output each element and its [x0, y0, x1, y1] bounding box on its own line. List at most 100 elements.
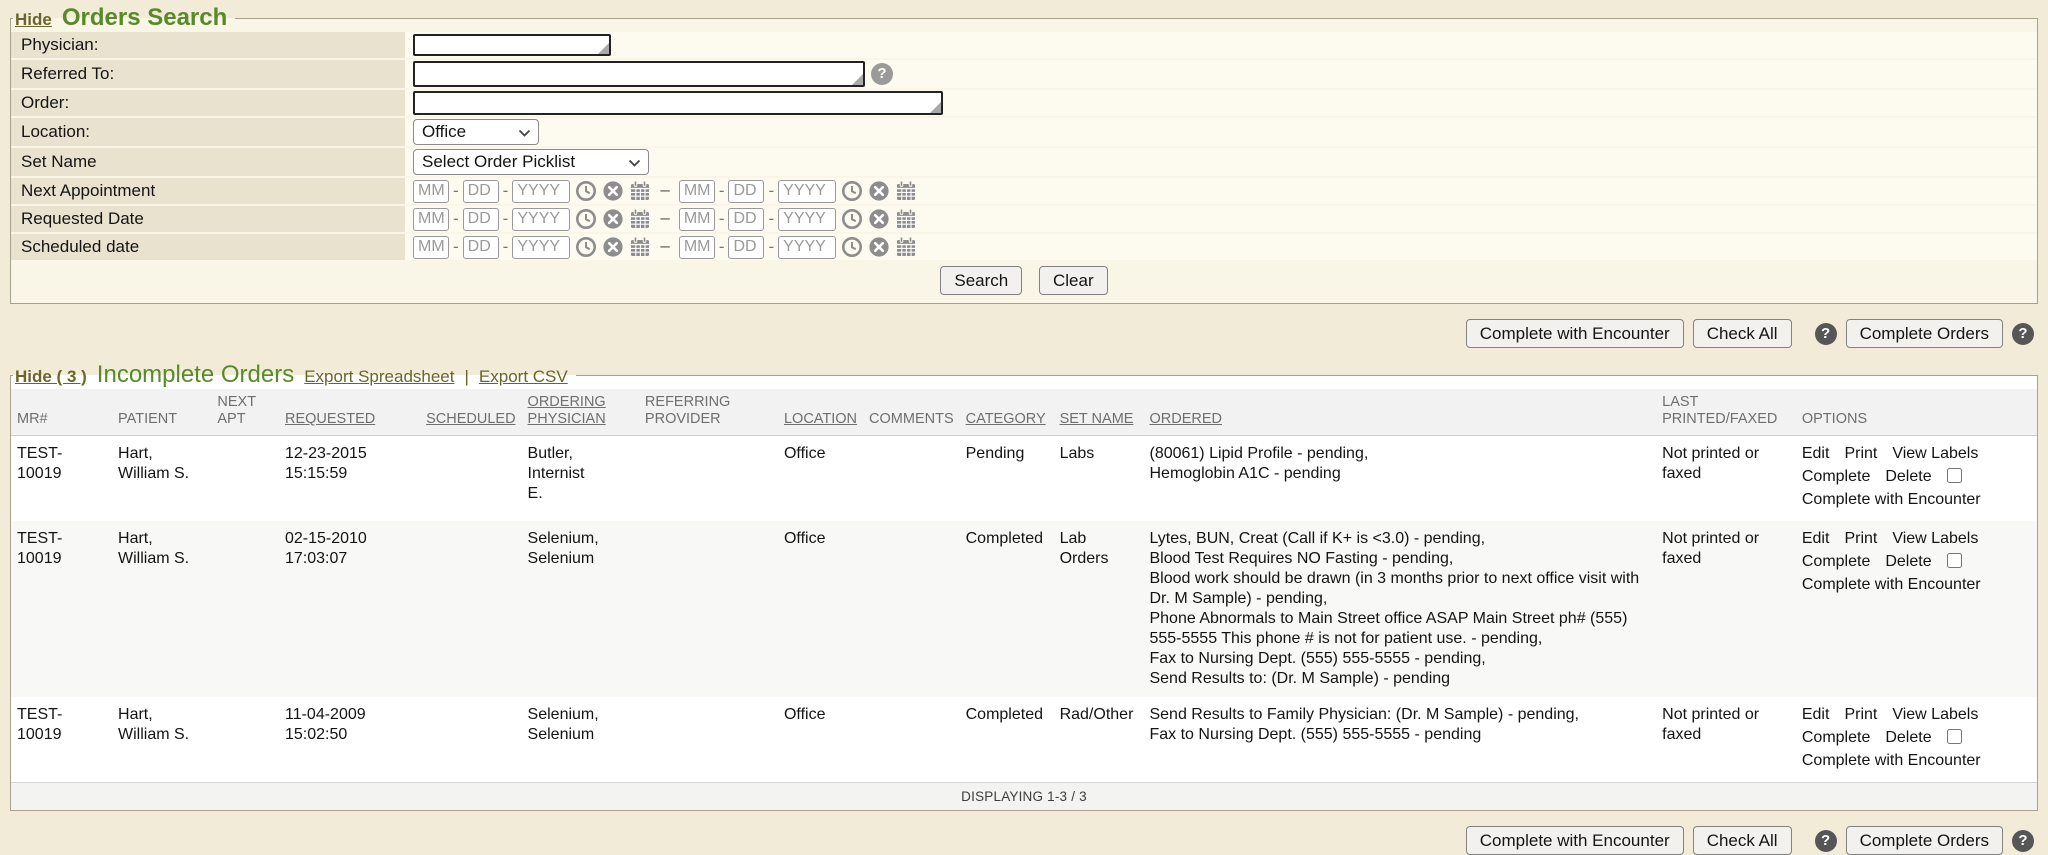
scheduled_date-start-calendar-icon[interactable]	[629, 236, 651, 258]
scheduled_date-end-day-input[interactable]	[728, 236, 764, 259]
scheduled_date-end-calendar-icon[interactable]	[895, 236, 917, 258]
order-select-checkbox[interactable]	[1947, 553, 1962, 568]
hide-orders-link[interactable]: Hide ( 3 )	[15, 367, 87, 387]
requested_date-start-calendar-icon[interactable]	[629, 208, 651, 230]
help-icon[interactable]: ?	[871, 63, 893, 85]
scheduled_date-end-year-input[interactable]	[778, 236, 836, 259]
cell-category: Pending	[960, 436, 1054, 522]
option-link-print[interactable]: Print	[1844, 530, 1877, 547]
help-icon[interactable]: ?	[2012, 323, 2034, 345]
referred_to-input[interactable]	[413, 61, 865, 87]
cell-next_apt	[211, 697, 279, 783]
requested_date-end-clear-icon[interactable]	[868, 208, 890, 230]
export-csv-link[interactable]: Export CSV	[479, 367, 568, 387]
col-header-ordering_physician[interactable]: ORDERING PHYSICIAN	[522, 389, 639, 436]
incomplete-orders-table: MR#PATIENTNEXT APTREQUESTEDSCHEDULEDORDE…	[11, 389, 2037, 810]
scheduled_date-start-year-input[interactable]	[512, 236, 570, 259]
hide-search-link[interactable]: Hide	[15, 10, 52, 30]
option-link-view-labels[interactable]: View Labels	[1892, 445, 1978, 462]
scheduled_date-start-time-icon[interactable]	[575, 236, 597, 258]
col-header-ordered[interactable]: ORDERED	[1143, 389, 1656, 436]
location-select[interactable]: Office	[413, 119, 539, 145]
orders-table-footer-row: DISPLAYING 1-3 / 3	[11, 783, 2037, 811]
next_appointment-start-calendar-icon[interactable]	[629, 180, 651, 202]
option-link-view-labels[interactable]: View Labels	[1892, 706, 1978, 723]
field-label-set_name: Set Name	[11, 148, 405, 176]
next_appointment-end-year-input[interactable]	[778, 180, 836, 203]
next_appointment-start-month-input[interactable]	[413, 180, 449, 203]
requested_date-start-month-input[interactable]	[413, 208, 449, 231]
complete-with-encounter-button[interactable]: Complete with Encounter	[1466, 319, 1684, 348]
next_appointment-end-calendar-icon[interactable]	[895, 180, 917, 202]
order-select-checkbox[interactable]	[1947, 729, 1962, 744]
option-link-view-labels[interactable]: View Labels	[1892, 530, 1978, 547]
next_appointment-start-day-input[interactable]	[463, 180, 499, 203]
col-header-category[interactable]: CATEGORY	[960, 389, 1054, 436]
option-link-complete-with-encounter[interactable]: Complete with Encounter	[1802, 576, 1981, 593]
scheduled_date-end-clear-icon[interactable]	[868, 236, 890, 258]
option-link-delete[interactable]: Delete	[1885, 553, 1931, 570]
scheduled_date-end-month-input[interactable]	[679, 236, 715, 259]
physician-input[interactable]	[413, 34, 611, 56]
col-header-scheduled[interactable]: SCHEDULED	[420, 389, 521, 436]
option-link-edit[interactable]: Edit	[1802, 706, 1830, 723]
search-button[interactable]: Search	[940, 266, 1022, 295]
option-link-print[interactable]: Print	[1844, 445, 1877, 462]
option-link-complete-with-encounter[interactable]: Complete with Encounter	[1802, 752, 1981, 769]
cell-category: Completed	[960, 697, 1054, 783]
referred_to-resize-grip	[852, 74, 863, 85]
complete-orders-button[interactable]: Complete Orders	[1846, 826, 2003, 855]
clear-button[interactable]: Clear	[1039, 266, 1108, 295]
col-header-set_name[interactable]: SET NAME	[1054, 389, 1144, 436]
option-link-complete[interactable]: Complete	[1802, 729, 1870, 746]
option-link-complete[interactable]: Complete	[1802, 468, 1870, 485]
complete-with-encounter-button[interactable]: Complete with Encounter	[1466, 826, 1684, 855]
physician-resize-grip	[598, 43, 609, 54]
requested_date-start-time-icon[interactable]	[575, 208, 597, 230]
next_appointment-end-time-icon[interactable]	[841, 180, 863, 202]
requested_date-end-year-input[interactable]	[778, 208, 836, 231]
requested_date-end-time-icon[interactable]	[841, 208, 863, 230]
option-link-print[interactable]: Print	[1844, 706, 1877, 723]
option-link-delete[interactable]: Delete	[1885, 468, 1931, 485]
scheduled_date-start-day-input[interactable]	[463, 236, 499, 259]
cell-comments	[863, 697, 960, 783]
scheduled_date-start-month-input[interactable]	[413, 236, 449, 259]
help-icon[interactable]: ?	[1815, 830, 1837, 852]
next_appointment-end-clear-icon[interactable]	[868, 180, 890, 202]
order-input[interactable]	[413, 91, 943, 115]
requested_date-start-clear-icon[interactable]	[602, 208, 624, 230]
next_appointment-start-clear-icon[interactable]	[602, 180, 624, 202]
scheduled_date-end-time-icon[interactable]	[841, 236, 863, 258]
help-icon[interactable]: ?	[2012, 830, 2034, 852]
search-field-row-next_appointment: Next Appointment--–--	[11, 178, 2037, 204]
next_appointment-end-day-input[interactable]	[728, 180, 764, 203]
requested_date-start-day-input[interactable]	[463, 208, 499, 231]
requested_date-start-year-input[interactable]	[512, 208, 570, 231]
requested_date-end-day-input[interactable]	[728, 208, 764, 231]
check-all-button[interactable]: Check All	[1693, 319, 1792, 348]
set_name-select[interactable]: Select Order Picklist	[413, 149, 649, 175]
export-spreadsheet-link[interactable]: Export Spreadsheet	[304, 367, 454, 387]
cell-ordered: Lytes, BUN, Creat (Call if K+ is <3.0) -…	[1143, 521, 1656, 697]
requested_date-end-month-input[interactable]	[679, 208, 715, 231]
cell-last_printed_faxed: Not printed or faxed	[1656, 521, 1796, 697]
col-header-requested[interactable]: REQUESTED	[279, 389, 420, 436]
option-link-edit[interactable]: Edit	[1802, 530, 1830, 547]
option-link-complete-with-encounter[interactable]: Complete with Encounter	[1802, 491, 1981, 508]
option-link-complete[interactable]: Complete	[1802, 553, 1870, 570]
next_appointment-start-time-icon[interactable]	[575, 180, 597, 202]
next_appointment-end-month-input[interactable]	[679, 180, 715, 203]
field-label-requested_date: Requested Date	[11, 206, 405, 232]
requested_date-end-calendar-icon[interactable]	[895, 208, 917, 230]
order-select-checkbox[interactable]	[1947, 468, 1962, 483]
check-all-button[interactable]: Check All	[1693, 826, 1792, 855]
option-link-edit[interactable]: Edit	[1802, 445, 1830, 462]
next_appointment-start-year-input[interactable]	[512, 180, 570, 203]
option-link-delete[interactable]: Delete	[1885, 729, 1931, 746]
col-header-location[interactable]: LOCATION	[778, 389, 863, 436]
help-icon[interactable]: ?	[1815, 323, 1837, 345]
scheduled_date-start-clear-icon[interactable]	[602, 236, 624, 258]
cell-patient: Hart, William S.	[112, 521, 211, 697]
complete-orders-button[interactable]: Complete Orders	[1846, 319, 2003, 348]
